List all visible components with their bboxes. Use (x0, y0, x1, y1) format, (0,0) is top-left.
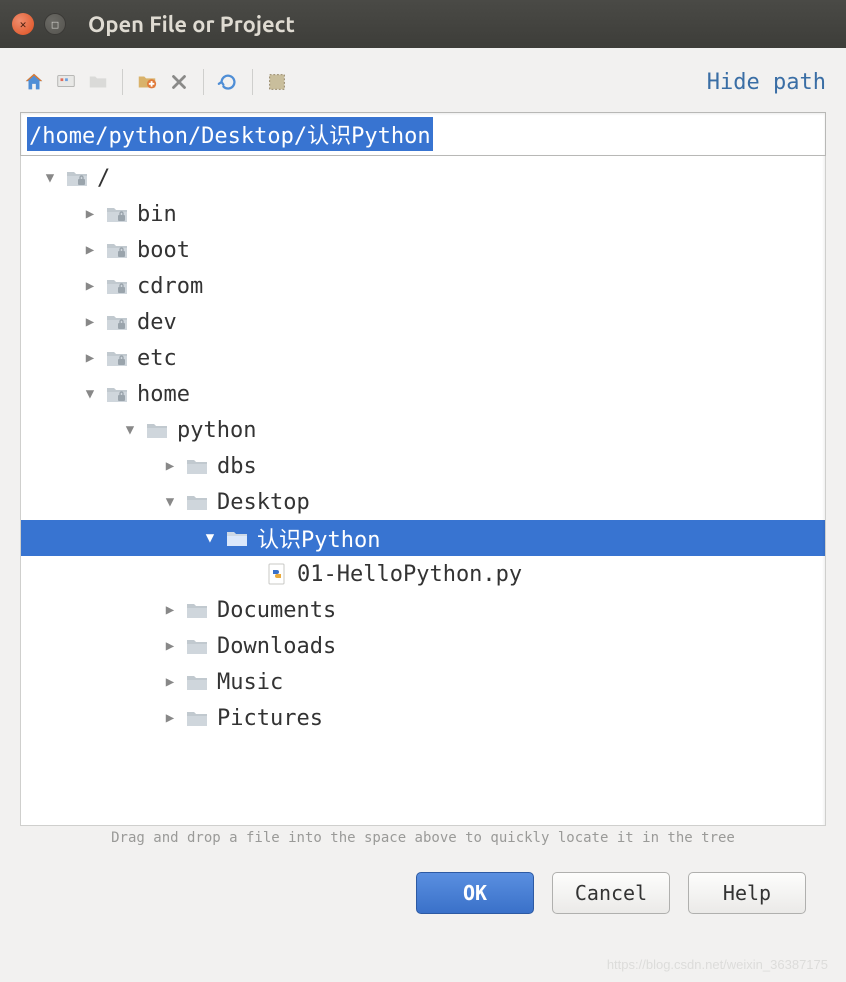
tree-item-label: cdrom (137, 274, 203, 299)
folder-icon (185, 456, 209, 476)
new-folder-icon[interactable] (133, 68, 161, 96)
chevron-right-icon[interactable]: ▶ (81, 350, 99, 366)
folder-lock-icon (105, 312, 129, 332)
folder-icon (185, 636, 209, 656)
tree-row[interactable]: ▶ Music (21, 664, 825, 700)
chevron-right-icon[interactable]: ▶ (161, 602, 179, 618)
python-file-icon (265, 562, 289, 586)
chevron-right-icon[interactable]: ▶ (81, 242, 99, 258)
tree-item-label: 认识Python (257, 522, 380, 554)
hide-path-link[interactable]: Hide path (707, 70, 826, 95)
path-input-wrap[interactable]: /home/python/Desktop/认识Python (20, 112, 826, 156)
maximize-icon[interactable] (44, 13, 66, 35)
tree-row[interactable]: ▶ dbs (21, 448, 825, 484)
folder-icon (145, 420, 169, 440)
toolbar: Hide path (20, 62, 826, 102)
watermark: https://blog.csdn.net/weixin_36387175 (607, 957, 828, 972)
folder-icon (225, 528, 249, 548)
tree-item-label: Downloads (217, 634, 336, 659)
refresh-icon[interactable] (214, 68, 242, 96)
tree-item-label: Documents (217, 598, 336, 623)
show-hidden-icon[interactable] (263, 68, 291, 96)
close-icon[interactable] (12, 13, 34, 35)
drag-hint: Drag and drop a file into the space abov… (20, 826, 826, 854)
dialog-content: Hide path /home/python/Desktop/认识Python … (0, 48, 846, 914)
chevron-down-icon[interactable]: ▼ (121, 422, 139, 438)
tree-row[interactable]: ▼/ (21, 160, 825, 196)
project-icon[interactable] (84, 68, 112, 96)
tree-row[interactable]: ▼ Desktop (21, 484, 825, 520)
folder-icon (185, 492, 209, 512)
tree-item-label: python (177, 418, 256, 443)
tree-item-label: home (137, 382, 190, 407)
chevron-right-icon[interactable]: ▶ (161, 458, 179, 474)
tree-item-label: Pictures (217, 706, 323, 731)
file-tree[interactable]: ▼/▶bin▶boot▶cdrom▶dev▶etc▼home▼python▶db… (20, 156, 826, 826)
tree-row[interactable]: ▶ etc (21, 340, 825, 376)
chevron-right-icon[interactable]: ▶ (81, 314, 99, 330)
home-icon[interactable] (20, 68, 48, 96)
titlebar: Open File or Project (0, 0, 846, 48)
folder-lock-icon (65, 168, 89, 188)
scrollbar[interactable] (822, 156, 825, 825)
tree-row[interactable]: ▶ dev (21, 304, 825, 340)
chevron-down-icon[interactable]: ▼ (81, 386, 99, 402)
toolbar-separator (203, 69, 204, 95)
help-button[interactable]: Help (688, 872, 806, 914)
path-input[interactable]: /home/python/Desktop/认识Python (27, 117, 433, 151)
chevron-down-icon[interactable]: ▼ (201, 530, 219, 546)
folder-icon (185, 600, 209, 620)
tree-row[interactable]: ▶ bin (21, 196, 825, 232)
window-title: Open File or Project (88, 12, 295, 37)
folder-icon (185, 672, 209, 692)
tree-row[interactable]: ▶ Pictures (21, 700, 825, 736)
folder-lock-icon (105, 348, 129, 368)
chevron-down-icon[interactable]: ▼ (161, 494, 179, 510)
folder-lock-icon (105, 384, 129, 404)
toolbar-separator (122, 69, 123, 95)
tree-item-label: Music (217, 670, 283, 695)
tree-row[interactable]: ▶ boot (21, 232, 825, 268)
tree-row[interactable]: ▶ Downloads (21, 628, 825, 664)
desktop-icon[interactable] (52, 68, 80, 96)
chevron-right-icon[interactable]: ▶ (161, 674, 179, 690)
folder-lock-icon (105, 240, 129, 260)
chevron-right-icon[interactable]: ▶ (161, 710, 179, 726)
tree-row[interactable]: ▼ python (21, 412, 825, 448)
tree-row[interactable]: ▶ Documents (21, 592, 825, 628)
tree-item-label: dev (137, 310, 177, 335)
chevron-right-icon[interactable]: ▶ (81, 278, 99, 294)
chevron-right-icon[interactable]: ▶ (81, 206, 99, 222)
tree-item-label: 01-HelloPython.py (297, 562, 522, 587)
chevron-down-icon[interactable]: ▼ (41, 170, 59, 186)
cancel-button[interactable]: Cancel (552, 872, 670, 914)
button-bar: OK Cancel Help (20, 854, 826, 914)
toolbar-separator (252, 69, 253, 95)
chevron-right-icon[interactable]: ▶ (161, 638, 179, 654)
tree-row[interactable]: ▼ home (21, 376, 825, 412)
ok-button[interactable]: OK (416, 872, 534, 914)
tree-item-label: Desktop (217, 490, 310, 515)
tree-row[interactable]: ▼ 认识Python (21, 520, 825, 556)
folder-icon (185, 708, 209, 728)
folder-lock-icon (105, 276, 129, 296)
tree-item-label: / (97, 166, 110, 191)
delete-icon[interactable] (165, 68, 193, 96)
tree-item-label: dbs (217, 454, 257, 479)
tree-row[interactable]: ▶ cdrom (21, 268, 825, 304)
folder-lock-icon (105, 204, 129, 224)
tree-row[interactable]: 01-HelloPython.py (21, 556, 825, 592)
tree-item-label: bin (137, 202, 177, 227)
tree-item-label: boot (137, 238, 190, 263)
tree-item-label: etc (137, 346, 177, 371)
